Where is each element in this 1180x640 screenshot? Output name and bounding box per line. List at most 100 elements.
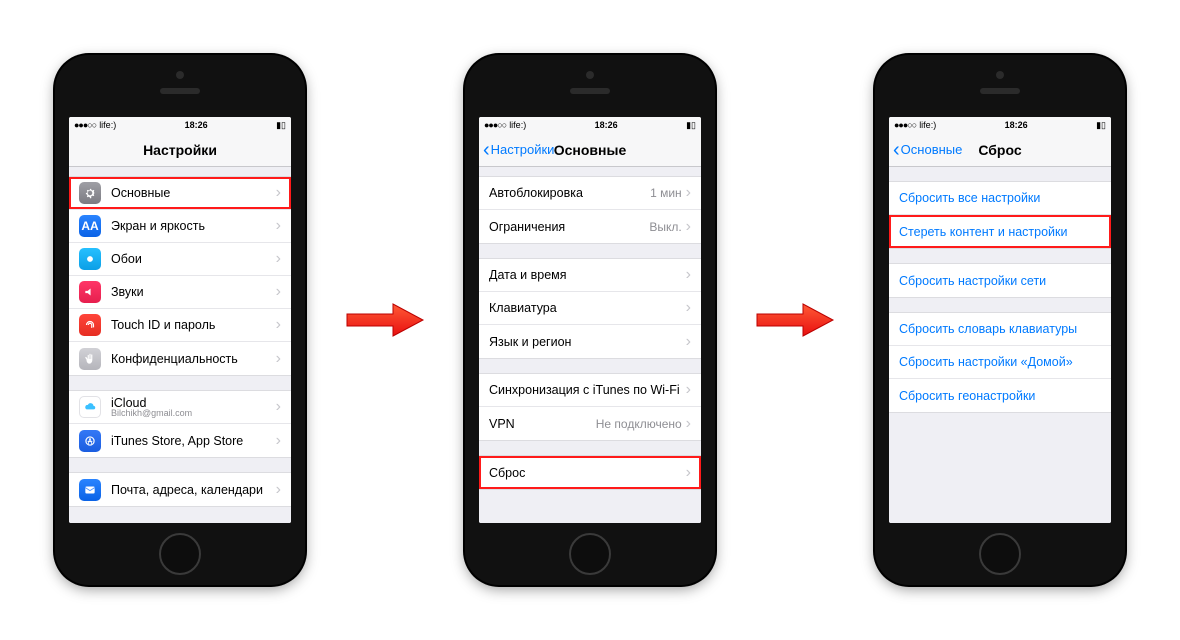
row-label: Ограничения — [489, 220, 649, 234]
row-label: Клавиатура — [489, 301, 686, 315]
row-vpn[interactable]: VPN Не подключено › — [479, 407, 701, 440]
general-list[interactable]: Автоблокировка 1 мин › Ограничения Выкл.… — [479, 167, 701, 523]
row-label: Конфиденциальность — [111, 352, 276, 366]
screen-reset: ●●●○○life:) 18:26 ▮▯ ‹ Основные Сброс Сб… — [889, 117, 1111, 523]
phone-general: ●●●○○life:) 18:26 ▮▯ ‹ Настройки Основны… — [465, 55, 715, 585]
phone-camera — [176, 71, 184, 79]
chevron-right-icon: › — [276, 185, 281, 201]
carrier-label: life:) — [99, 120, 116, 130]
row-erase-all-content[interactable]: Стереть контент и настройки — [889, 215, 1111, 248]
row-sounds[interactable]: Звуки › — [69, 276, 291, 309]
mail-icon — [79, 479, 101, 501]
chevron-right-icon: › — [276, 399, 281, 415]
row-label: Автоблокировка — [489, 186, 650, 200]
battery-icon: ▮▯ — [1096, 120, 1106, 131]
status-bar: ●●●○○life:) 18:26 ▮▯ — [479, 117, 701, 133]
signal-dots: ●●●○○ — [894, 120, 916, 130]
row-restrictions[interactable]: Ограничения Выкл. › — [479, 210, 701, 243]
signal-dots: ●●●○○ — [74, 120, 96, 130]
row-label: Сбросить настройки «Домой» — [899, 355, 1101, 369]
chevron-right-icon: › — [686, 465, 691, 481]
screen-settings: ●●●○○life:) 18:26 ▮▯ Настройки Основные … — [69, 117, 291, 523]
home-button[interactable] — [159, 533, 201, 575]
fingerprint-icon — [79, 314, 101, 336]
row-itunes-appstore[interactable]: iTunes Store, App Store › — [69, 424, 291, 457]
row-label: Стереть контент и настройки — [899, 225, 1101, 239]
appstore-icon — [79, 430, 101, 452]
row-keyboard[interactable]: Клавиатура › — [479, 292, 701, 325]
nav-title: Настройки — [143, 142, 217, 158]
reset-list[interactable]: Сбросить все настройки Стереть контент и… — [889, 167, 1111, 523]
chevron-left-icon: ‹ — [483, 140, 490, 160]
row-reset[interactable]: Сброс › — [479, 456, 701, 489]
chevron-right-icon: › — [276, 218, 281, 234]
carrier-label: life:) — [509, 120, 526, 130]
row-label: Touch ID и пароль — [111, 318, 276, 332]
battery-icon: ▮▯ — [276, 120, 286, 131]
row-privacy[interactable]: Конфиденциальность › — [69, 342, 291, 375]
chevron-right-icon: › — [686, 300, 691, 316]
row-itunes-wifi-sync[interactable]: Синхронизация с iTunes по Wi-Fi › — [479, 374, 701, 407]
carrier-label: life:) — [919, 120, 936, 130]
status-bar: ●●●○○life:) 18:26 ▮▯ — [889, 117, 1111, 133]
nav-bar: ‹ Основные Сброс — [889, 133, 1111, 167]
arrow-right-icon — [345, 300, 425, 340]
row-language-region[interactable]: Язык и регион › — [479, 325, 701, 358]
row-label: Основные — [111, 186, 276, 200]
nav-title: Сброс — [978, 142, 1021, 158]
row-label: Обои — [111, 252, 276, 266]
row-label: Синхронизация с iTunes по Wi-Fi — [489, 383, 686, 397]
row-reset-all-settings[interactable]: Сбросить все настройки — [889, 182, 1111, 215]
back-button[interactable]: ‹ Настройки — [483, 140, 554, 160]
row-icloud[interactable]: iCloud Bilchikh@gmail.com › — [69, 391, 291, 424]
phone-settings: ●●●○○life:) 18:26 ▮▯ Настройки Основные … — [55, 55, 305, 585]
row-wallpaper[interactable]: Обои › — [69, 243, 291, 276]
row-label: Язык и регион — [489, 335, 686, 349]
row-reset-network[interactable]: Сбросить настройки сети — [889, 264, 1111, 297]
chevron-left-icon: ‹ — [893, 140, 900, 160]
row-label: Сбросить все настройки — [899, 191, 1101, 205]
signal-dots: ●●●○○ — [484, 120, 506, 130]
chevron-right-icon: › — [276, 317, 281, 333]
chevron-right-icon: › — [276, 482, 281, 498]
row-date-time[interactable]: Дата и время › — [479, 259, 701, 292]
row-label: Сбросить словарь клавиатуры — [899, 322, 1101, 336]
home-button[interactable] — [569, 533, 611, 575]
chevron-right-icon: › — [276, 251, 281, 267]
row-label: Дата и время — [489, 268, 686, 282]
row-label: Экран и яркость — [111, 219, 276, 233]
row-display-brightness[interactable]: AA Экран и яркость › — [69, 210, 291, 243]
chevron-right-icon: › — [276, 351, 281, 367]
row-touchid-passcode[interactable]: Touch ID и пароль › — [69, 309, 291, 342]
row-detail: Выкл. — [649, 220, 681, 234]
status-time: 18:26 — [595, 120, 618, 130]
chevron-right-icon: › — [276, 433, 281, 449]
settings-list[interactable]: Основные › AA Экран и яркость › Обои › З… — [69, 167, 291, 523]
row-label: Сброс — [489, 466, 686, 480]
display-icon: AA — [79, 215, 101, 237]
phone-camera — [586, 71, 594, 79]
row-label: Звуки — [111, 285, 276, 299]
row-label: Сбросить геонастройки — [899, 389, 1101, 403]
row-reset-keyboard-dictionary[interactable]: Сбросить словарь клавиатуры — [889, 313, 1111, 346]
arrow-right-icon — [755, 300, 835, 340]
row-mail-contacts-calendars[interactable]: Почта, адреса, календари › — [69, 473, 291, 506]
back-button[interactable]: ‹ Основные — [893, 140, 962, 160]
row-reset-location[interactable]: Сбросить геонастройки — [889, 379, 1111, 412]
gear-icon — [79, 182, 101, 204]
nav-bar: ‹ Настройки Основные — [479, 133, 701, 167]
row-label: Почта, адреса, календари — [111, 483, 276, 497]
row-label: Сбросить настройки сети — [899, 274, 1101, 288]
home-button[interactable] — [979, 533, 1021, 575]
chevron-right-icon: › — [686, 185, 691, 201]
status-bar: ●●●○○life:) 18:26 ▮▯ — [69, 117, 291, 133]
row-autolock[interactable]: Автоблокировка 1 мин › — [479, 177, 701, 210]
row-general[interactable]: Основные › — [69, 177, 291, 210]
chevron-right-icon: › — [686, 219, 691, 235]
row-label: VPN — [489, 417, 596, 431]
row-reset-home-layout[interactable]: Сбросить настройки «Домой» — [889, 346, 1111, 379]
nav-title: Основные — [554, 142, 627, 158]
chevron-right-icon: › — [276, 284, 281, 300]
wallpaper-icon — [79, 248, 101, 270]
chevron-right-icon: › — [686, 382, 691, 398]
